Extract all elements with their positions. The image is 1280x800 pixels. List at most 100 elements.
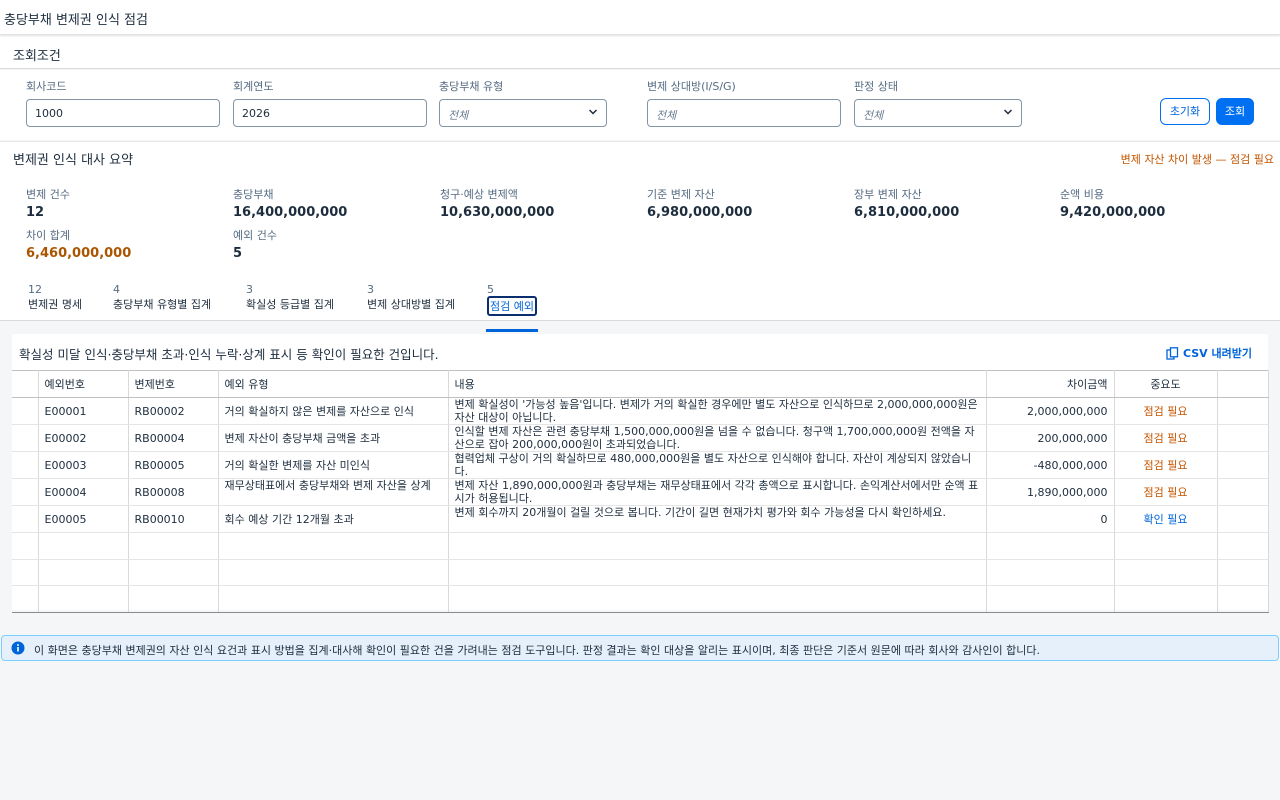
cell-content-text: 변제 자산 1,890,000,000원과 충당부채는 재무상태표에서 각각 총… [454,479,979,505]
tab-certainty-grade-summary[interactable]: 3 확실성 등급별 집계 [246,283,334,312]
cell-exception-id: E00003 [38,451,129,479]
table-row[interactable]: E00004 RB00008 재무상태표에서 충당부채와 변제 자산을 상계 변… [12,478,1269,506]
kpi-label: 장부 변제 자산 [854,188,922,201]
empty-row [12,585,1269,613]
column-header[interactable]: 차이금액 [986,370,1115,398]
provision-type-label: 충당부채 유형 [439,80,504,93]
column-header[interactable]: 예외번호 [38,370,129,398]
row-selector[interactable] [12,451,39,479]
cell-importance: 점검 필요 [1114,424,1218,452]
cell-content-text: 변제 확실성이 '가능성 높음'입니다. 변제가 거의 확실한 경우에만 별도 … [454,398,978,424]
row-selector[interactable] [12,505,39,533]
row-selector[interactable] [12,397,39,425]
select-column-header [12,370,39,398]
tab-label: 충당부채 유형별 집계 [113,298,212,311]
tab-provision-type-summary[interactable]: 4 충당부채 유형별 집계 [113,283,211,312]
column-header[interactable]: 중요도 [1114,370,1218,398]
cell-exception-id: E00001 [38,397,129,425]
kpi-label: 청구·예상 변제액 [440,188,518,201]
cell-importance: 확인 필요 [1114,505,1218,533]
row-selector[interactable] [12,424,39,452]
provision-type-select[interactable]: 전체 [439,99,607,127]
table-row[interactable]: E00003 RB00005 거의 확실한 변제를 자산 미인식 협력업체 구상… [12,451,1269,479]
exceptions-description: 확실성 미달 인식·충당부채 초과·인식 누락·상계 표시 등 확인이 필요한 … [19,347,439,362]
kpi-book-asset: 장부 변제 자산 6,810,000,000 [854,186,1054,220]
table-row[interactable]: E00005 RB00010 회수 예상 기간 12개월 초과 변제 회수까지 … [12,505,1269,533]
tab-counterparty-summary[interactable]: 3 변제 상대방별 집계 [367,283,455,312]
cell-content: 변제 자산 1,890,000,000원과 충당부채는 재무상태표에서 각각 총… [448,478,987,506]
kpi-reimbursement-count: 변제 건수 12 [26,186,226,220]
row-selector[interactable] [12,478,39,506]
kpi-value: 10,630,000,000 [440,205,555,220]
tab-count: 3 [246,283,253,296]
table-row[interactable]: E00002 RB00004 변제 자산이 충당부채 금액을 초과 인식할 변제… [12,424,1269,452]
tab-exceptions[interactable]: 5 점검 예외 [486,283,538,332]
info-message-strip: 이 화면은 충당부채 변제권의 자산 인식 요건과 표시 방법을 집계·대사해 … [1,635,1279,661]
cell-importance: 점검 필요 [1114,397,1218,425]
tab-label: 확실성 등급별 집계 [246,298,334,311]
judgment-status-select[interactable]: 전체 [854,99,1022,127]
filter-header: 조회조건 [0,37,1280,69]
cell-filler [1217,478,1269,506]
kpi-label: 차이 합계 [26,229,70,242]
page-title: 충당부채 변제권 인식 점검 [4,13,148,28]
cell-exception-type-text: 재무상태표에서 충당부채와 변제 자산을 상계 [224,479,431,492]
kpi-value: 16,400,000,000 [233,205,348,220]
tab-count: 4 [113,283,120,296]
title-bar: 충당부채 변제권 인식 점검 [0,0,1280,34]
fiscal-year-input[interactable]: 2026 [233,99,427,127]
kpi-label: 충당부채 [233,188,274,201]
counterparty-field: 변제 상대방(I/S/G) 전체 [647,78,841,127]
summary-alert: 변제 자산 차이 발생 — 점검 필요 [1120,153,1274,166]
chevron-down-icon [1003,109,1013,115]
column-header[interactable]: 변제번호 [128,370,219,398]
kpi-value: 6,460,000,000 [26,246,132,261]
cell-filler [1217,451,1269,479]
cell-difference: 1,890,000,000 [986,478,1115,506]
column-header[interactable]: 예외 유형 [218,370,449,398]
tab-label: 변제 상대방별 집계 [367,298,455,311]
filler-column-header [1217,370,1269,398]
filter-header-label: 조회조건 [13,49,61,64]
column-header[interactable]: 내용 [448,370,987,398]
company-code-label: 회사코드 [26,80,67,93]
cell-content-text: 변제 회수까지 20개월이 걸릴 것으로 봅니다. 기간이 길면 현재가치 평가… [454,506,946,519]
search-button[interactable]: 조회 [1216,98,1254,125]
cell-exception-type: 거의 확실하지 않은 변제를 자산으로 인식 [218,397,449,425]
copy-icon [1166,346,1179,360]
tab-count: 12 [28,283,42,296]
kpi-label: 순액 비용 [1060,188,1104,201]
tab-count: 5 [487,283,494,296]
provision-type-field: 충당부채 유형 전체 [439,78,633,127]
info-icon [11,641,25,655]
cell-filler [1217,397,1269,425]
summary-title: 변제권 인식 대사 요약 [13,153,134,168]
kpi-value: 6,980,000,000 [647,205,753,220]
table-header-row: 예외번호 변제번호 예외 유형 내용 차이금액 중요도 [12,370,1269,398]
reset-button[interactable]: 초기화 [1160,98,1210,125]
cell-reimbursement-id: RB00005 [128,451,219,479]
tab-reimbursement-detail[interactable]: 12 변제권 명세 [28,283,82,312]
counterparty-input[interactable]: 전체 [647,99,841,127]
kpi-value: 12 [26,205,45,220]
company-code-input[interactable]: 1000 [26,99,220,127]
table-row[interactable]: E00001 RB00002 거의 확실하지 않은 변제를 자산으로 인식 변제… [12,397,1269,425]
kpi-standard-asset: 기준 변제 자산 6,980,000,000 [647,186,847,220]
kpi-difference-total: 차이 합계 6,460,000,000 [26,227,226,261]
cell-content-text: 인식할 변제 자산은 관련 충당부채 1,500,000,000원을 넘을 수 … [454,425,975,451]
cell-filler [1217,505,1269,533]
tab-count: 3 [367,283,374,296]
csv-download-button[interactable]: CSV 내려받기 [1166,345,1252,361]
cell-exception-type: 변제 자산이 충당부채 금액을 초과 [218,424,449,452]
provision-type-value: 전체 [448,109,469,122]
kpi-value: 5 [233,246,243,261]
cell-reimbursement-id: RB00004 [128,424,219,452]
kpi-provision: 충당부채 16,400,000,000 [233,186,433,220]
counterparty-label: 변제 상대방(I/S/G) [647,80,736,93]
cell-importance: 점검 필요 [1114,451,1218,479]
cell-content: 협력업체 구상이 거의 확실하므로 480,000,000원을 별도 자산으로 … [448,451,987,479]
judgment-status-field: 판정 상태 전체 [854,78,1048,127]
fiscal-year-label: 회계연도 [233,80,274,93]
cell-reimbursement-id: RB00008 [128,478,219,506]
cell-content: 변제 회수까지 20개월이 걸릴 것으로 봅니다. 기간이 길면 현재가치 평가… [448,505,987,533]
